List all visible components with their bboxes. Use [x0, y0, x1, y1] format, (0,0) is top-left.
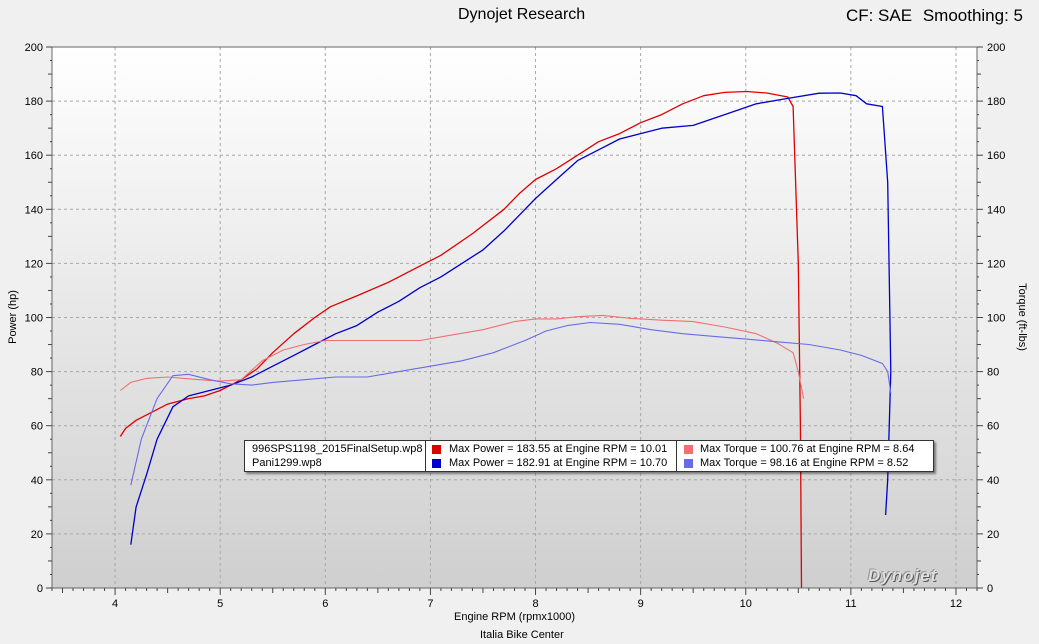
chart-title: Dynojet Research [458, 6, 586, 23]
y-axis-label-left: Power (hp) [7, 290, 19, 344]
x-tick-label: 11 [845, 598, 856, 610]
y-tick-label: 120 [25, 258, 43, 270]
y2-tick-label: 180 [987, 96, 1005, 108]
y-axis-label-right: Torque (ft-lbs) [1016, 283, 1028, 351]
y-tick-label: 80 [31, 367, 43, 379]
legend-power-swatch [432, 445, 441, 454]
x-tick-label: 8 [532, 598, 538, 610]
footer-shop-name: Italia Bike Center [480, 629, 564, 641]
legend-row: Pani1299.wp8 Max Power = 182.91 at Engin… [245, 456, 933, 470]
x-tick-label: 5 [217, 598, 223, 610]
legend-power-label: Max Power = 182.91 at Engine RPM = 10.70 [449, 457, 668, 469]
x-tick-label: 4 [112, 598, 118, 610]
legend-power-swatch [432, 459, 441, 468]
x-tick-label: 6 [322, 598, 328, 610]
x-tick-label: 12 [950, 598, 962, 610]
legend-divider [425, 441, 426, 471]
legend-torque-swatch [684, 459, 693, 468]
dynojet-watermark: Dynojet [868, 566, 938, 585]
y2-tick-label: 80 [987, 367, 999, 379]
legend-file-name: Pani1299.wp8 [252, 457, 322, 469]
x-axis-label: Engine RPM (rpmx1000) [454, 611, 576, 623]
y2-tick-label: 20 [987, 529, 999, 541]
legend-power-label: Max Power = 183.55 at Engine RPM = 10.01 [449, 443, 668, 455]
y-tick-label: 100 [25, 313, 43, 325]
y-tick-label: 40 [31, 475, 43, 487]
x-tick-label: 7 [427, 598, 433, 610]
y2-tick-label: 120 [987, 258, 1005, 270]
legend-divider [676, 441, 677, 471]
legend: 996SPS1198_2015FinalSetup.wp8 Max Power … [244, 440, 934, 472]
dyno-chart: 4 5 6 7 8 9 10 11 120204060801001201401601802000… [25, 42, 1006, 610]
y2-tick-label: 140 [987, 204, 1005, 216]
y2-tick-label: 60 [987, 421, 999, 433]
y-tick-label: 0 [37, 583, 43, 595]
y-tick-label: 20 [31, 529, 43, 541]
legend-torque-label: Max Torque = 98.16 at Engine RPM = 8.52 [700, 457, 909, 469]
y-tick-label: 140 [25, 204, 43, 216]
x-tick-label: 9 [638, 598, 644, 610]
legend-torque-label: Max Torque = 100.76 at Engine RPM = 8.64 [700, 443, 915, 455]
y-tick-label: 180 [25, 96, 43, 108]
y2-tick-label: 0 [987, 583, 993, 595]
y-tick-label: 160 [25, 150, 43, 162]
legend-torque-swatch [684, 445, 693, 454]
y2-tick-label: 100 [987, 313, 1005, 325]
correction-factor: CF: SAE [845, 6, 913, 25]
y-tick-label: 200 [25, 42, 43, 54]
legend-file-name: 996SPS1198_2015FinalSetup.wp8 [252, 443, 423, 455]
y-tick-label: 60 [31, 421, 43, 433]
smoothing-value: Smoothing: 5 [922, 6, 1023, 25]
header-settings: CF: SAE Smoothing: 5 [840, 6, 1023, 26]
y2-tick-label: 160 [987, 150, 1005, 162]
legend-row: 996SPS1198_2015FinalSetup.wp8 Max Power … [245, 442, 933, 456]
y2-tick-label: 200 [987, 42, 1005, 54]
x-tick-label: 10 [740, 598, 752, 610]
y2-tick-label: 40 [987, 475, 999, 487]
